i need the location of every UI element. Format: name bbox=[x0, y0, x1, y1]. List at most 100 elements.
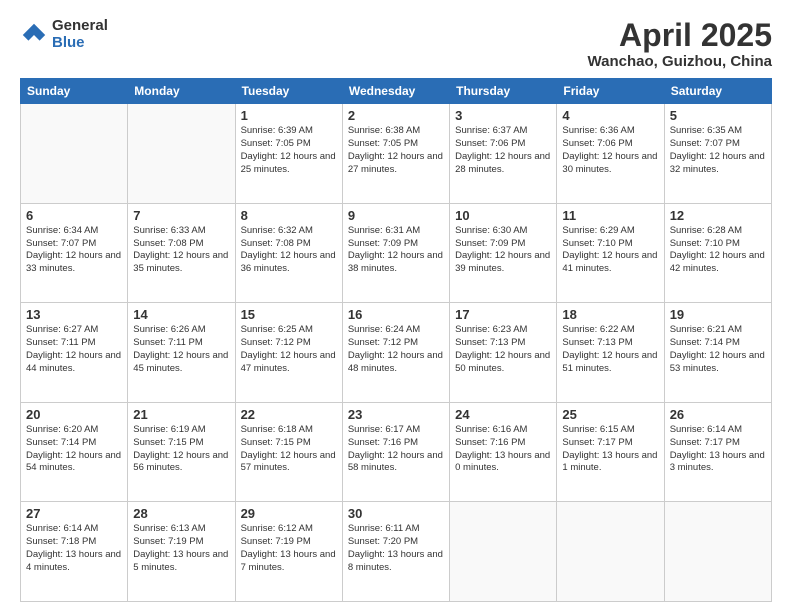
day-number: 14 bbox=[133, 307, 229, 322]
day-number: 19 bbox=[670, 307, 766, 322]
day-number: 8 bbox=[241, 208, 337, 223]
day-info: Sunrise: 6:30 AM Sunset: 7:09 PM Dayligh… bbox=[455, 225, 551, 276]
col-tuesday: Tuesday bbox=[235, 79, 342, 104]
table-row: 5Sunrise: 6:35 AM Sunset: 7:07 PM Daylig… bbox=[664, 104, 771, 204]
day-number: 15 bbox=[241, 307, 337, 322]
table-row bbox=[450, 502, 557, 602]
table-row: 26 Sunrise: 6:14 AM Sunset: 7:17 PM Dayli… bbox=[664, 402, 771, 502]
day-number: 17 bbox=[455, 307, 551, 322]
day-number: 9 bbox=[348, 208, 444, 223]
calendar-header-row: Sunday Monday Tuesday Wednesday Thursday… bbox=[21, 79, 772, 104]
table-row: 1 Sunrise: 6:39 AM Sunset: 7:05 PM Daylig… bbox=[235, 104, 342, 204]
table-row: 27 Sunrise: 6:14 AM Sunset: 7:18 PM Dayli… bbox=[21, 502, 128, 602]
day-number: 10 bbox=[455, 208, 551, 223]
col-saturday: Saturday bbox=[664, 79, 771, 104]
day-info: Sunrise: 6:14 AM Sunset: 7:17 PM Dayligh… bbox=[670, 424, 766, 475]
day-info: Sunrise: 6:26 AM Sunset: 7:11 PM Dayligh… bbox=[133, 324, 229, 375]
day-info: Sunrise: 6:31 AM Sunset: 7:09 PM Dayligh… bbox=[348, 225, 444, 276]
logo: General Blue bbox=[20, 18, 108, 51]
day-number: 30 bbox=[348, 506, 444, 521]
table-row: 6 Sunrise: 6:34 AM Sunset: 7:07 PM Daylig… bbox=[21, 203, 128, 303]
page: General Blue April 2025 Wanchao, Guizhou… bbox=[0, 0, 792, 612]
day-info: Sunrise: 6:24 AM Sunset: 7:12 PM Dayligh… bbox=[348, 324, 444, 375]
table-row: 14 Sunrise: 6:26 AM Sunset: 7:11 PM Dayli… bbox=[128, 303, 235, 403]
day-info: Sunrise: 6:36 AM Sunset: 7:06 PM Dayligh… bbox=[562, 125, 658, 176]
table-row: 17 Sunrise: 6:23 AM Sunset: 7:13 PM Dayli… bbox=[450, 303, 557, 403]
title-location: Wanchao, Guizhou, China bbox=[588, 53, 772, 70]
day-info: Sunrise: 6:28 AM Sunset: 7:10 PM Dayligh… bbox=[670, 225, 766, 276]
day-info: Sunrise: 6:16 AM Sunset: 7:16 PM Dayligh… bbox=[455, 424, 551, 475]
day-number: 29 bbox=[241, 506, 337, 521]
day-info: Sunrise: 6:23 AM Sunset: 7:13 PM Dayligh… bbox=[455, 324, 551, 375]
day-number: 28 bbox=[133, 506, 229, 521]
table-row bbox=[128, 104, 235, 204]
table-row: 12 Sunrise: 6:28 AM Sunset: 7:10 PM Dayli… bbox=[664, 203, 771, 303]
calendar-week-row: 6 Sunrise: 6:34 AM Sunset: 7:07 PM Daylig… bbox=[21, 203, 772, 303]
day-number: 3 bbox=[455, 108, 551, 123]
col-sunday: Sunday bbox=[21, 79, 128, 104]
day-number: 24 bbox=[455, 407, 551, 422]
table-row: 28 Sunrise: 6:13 AM Sunset: 7:19 PM Dayli… bbox=[128, 502, 235, 602]
day-info: Sunrise: 6:35 AM Sunset: 7:07 PM Dayligh… bbox=[670, 125, 766, 176]
day-number: 2 bbox=[348, 108, 444, 123]
table-row: 13 Sunrise: 6:27 AM Sunset: 7:11 PM Dayli… bbox=[21, 303, 128, 403]
table-row: 19 Sunrise: 6:21 AM Sunset: 7:14 PM Dayli… bbox=[664, 303, 771, 403]
day-info: Sunrise: 6:39 AM Sunset: 7:05 PM Dayligh… bbox=[241, 125, 337, 176]
day-number: 22 bbox=[241, 407, 337, 422]
calendar-week-row: 27 Sunrise: 6:14 AM Sunset: 7:18 PM Dayli… bbox=[21, 502, 772, 602]
day-info: Sunrise: 6:18 AM Sunset: 7:15 PM Dayligh… bbox=[241, 424, 337, 475]
day-number: 18 bbox=[562, 307, 658, 322]
day-info: Sunrise: 6:22 AM Sunset: 7:13 PM Dayligh… bbox=[562, 324, 658, 375]
day-number: 7 bbox=[133, 208, 229, 223]
col-wednesday: Wednesday bbox=[342, 79, 449, 104]
table-row bbox=[557, 502, 664, 602]
day-info: Sunrise: 6:12 AM Sunset: 7:19 PM Dayligh… bbox=[241, 523, 337, 574]
day-info: Sunrise: 6:38 AM Sunset: 7:05 PM Dayligh… bbox=[348, 125, 444, 176]
title-month: April 2025 bbox=[588, 18, 772, 53]
table-row: 11Sunrise: 6:29 AM Sunset: 7:10 PM Dayli… bbox=[557, 203, 664, 303]
table-row: 25 Sunrise: 6:15 AM Sunset: 7:17 PM Dayli… bbox=[557, 402, 664, 502]
table-row: 22 Sunrise: 6:18 AM Sunset: 7:15 PM Dayli… bbox=[235, 402, 342, 502]
calendar-week-row: 1 Sunrise: 6:39 AM Sunset: 7:05 PM Daylig… bbox=[21, 104, 772, 204]
logo-general-text: General bbox=[52, 18, 108, 35]
col-monday: Monday bbox=[128, 79, 235, 104]
calendar-week-row: 20Sunrise: 6:20 AM Sunset: 7:14 PM Dayli… bbox=[21, 402, 772, 502]
table-row: 2 Sunrise: 6:38 AM Sunset: 7:05 PM Daylig… bbox=[342, 104, 449, 204]
day-number: 21 bbox=[133, 407, 229, 422]
day-info: Sunrise: 6:11 AM Sunset: 7:20 PM Dayligh… bbox=[348, 523, 444, 574]
table-row bbox=[21, 104, 128, 204]
day-number: 26 bbox=[670, 407, 766, 422]
day-info: Sunrise: 6:15 AM Sunset: 7:17 PM Dayligh… bbox=[562, 424, 658, 475]
day-number: 6 bbox=[26, 208, 122, 223]
table-row: 21 Sunrise: 6:19 AM Sunset: 7:15 PM Dayli… bbox=[128, 402, 235, 502]
col-thursday: Thursday bbox=[450, 79, 557, 104]
day-number: 13 bbox=[26, 307, 122, 322]
day-info: Sunrise: 6:33 AM Sunset: 7:08 PM Dayligh… bbox=[133, 225, 229, 276]
logo-blue-text: Blue bbox=[52, 35, 108, 52]
day-info: Sunrise: 6:21 AM Sunset: 7:14 PM Dayligh… bbox=[670, 324, 766, 375]
day-number: 12 bbox=[670, 208, 766, 223]
day-info: Sunrise: 6:32 AM Sunset: 7:08 PM Dayligh… bbox=[241, 225, 337, 276]
day-number: 23 bbox=[348, 407, 444, 422]
day-info: Sunrise: 6:13 AM Sunset: 7:19 PM Dayligh… bbox=[133, 523, 229, 574]
calendar-week-row: 13 Sunrise: 6:27 AM Sunset: 7:11 PM Dayli… bbox=[21, 303, 772, 403]
day-number: 27 bbox=[26, 506, 122, 521]
day-number: 25 bbox=[562, 407, 658, 422]
table-row: 7 Sunrise: 6:33 AM Sunset: 7:08 PM Daylig… bbox=[128, 203, 235, 303]
logo-icon bbox=[20, 21, 48, 49]
day-info: Sunrise: 6:14 AM Sunset: 7:18 PM Dayligh… bbox=[26, 523, 122, 574]
table-row: 20Sunrise: 6:20 AM Sunset: 7:14 PM Dayli… bbox=[21, 402, 128, 502]
table-row: 30 Sunrise: 6:11 AM Sunset: 7:20 PM Dayli… bbox=[342, 502, 449, 602]
title-block: April 2025 Wanchao, Guizhou, China bbox=[588, 18, 772, 70]
day-info: Sunrise: 6:17 AM Sunset: 7:16 PM Dayligh… bbox=[348, 424, 444, 475]
day-info: Sunrise: 6:19 AM Sunset: 7:15 PM Dayligh… bbox=[133, 424, 229, 475]
table-row: 10 Sunrise: 6:30 AM Sunset: 7:09 PM Dayli… bbox=[450, 203, 557, 303]
day-info: Sunrise: 6:20 AM Sunset: 7:14 PM Dayligh… bbox=[26, 424, 122, 475]
day-number: 11 bbox=[562, 208, 658, 223]
day-number: 1 bbox=[241, 108, 337, 123]
day-info: Sunrise: 6:25 AM Sunset: 7:12 PM Dayligh… bbox=[241, 324, 337, 375]
day-info: Sunrise: 6:27 AM Sunset: 7:11 PM Dayligh… bbox=[26, 324, 122, 375]
calendar-table: Sunday Monday Tuesday Wednesday Thursday… bbox=[20, 78, 772, 602]
table-row: 9 Sunrise: 6:31 AM Sunset: 7:09 PM Daylig… bbox=[342, 203, 449, 303]
day-info: Sunrise: 6:34 AM Sunset: 7:07 PM Dayligh… bbox=[26, 225, 122, 276]
